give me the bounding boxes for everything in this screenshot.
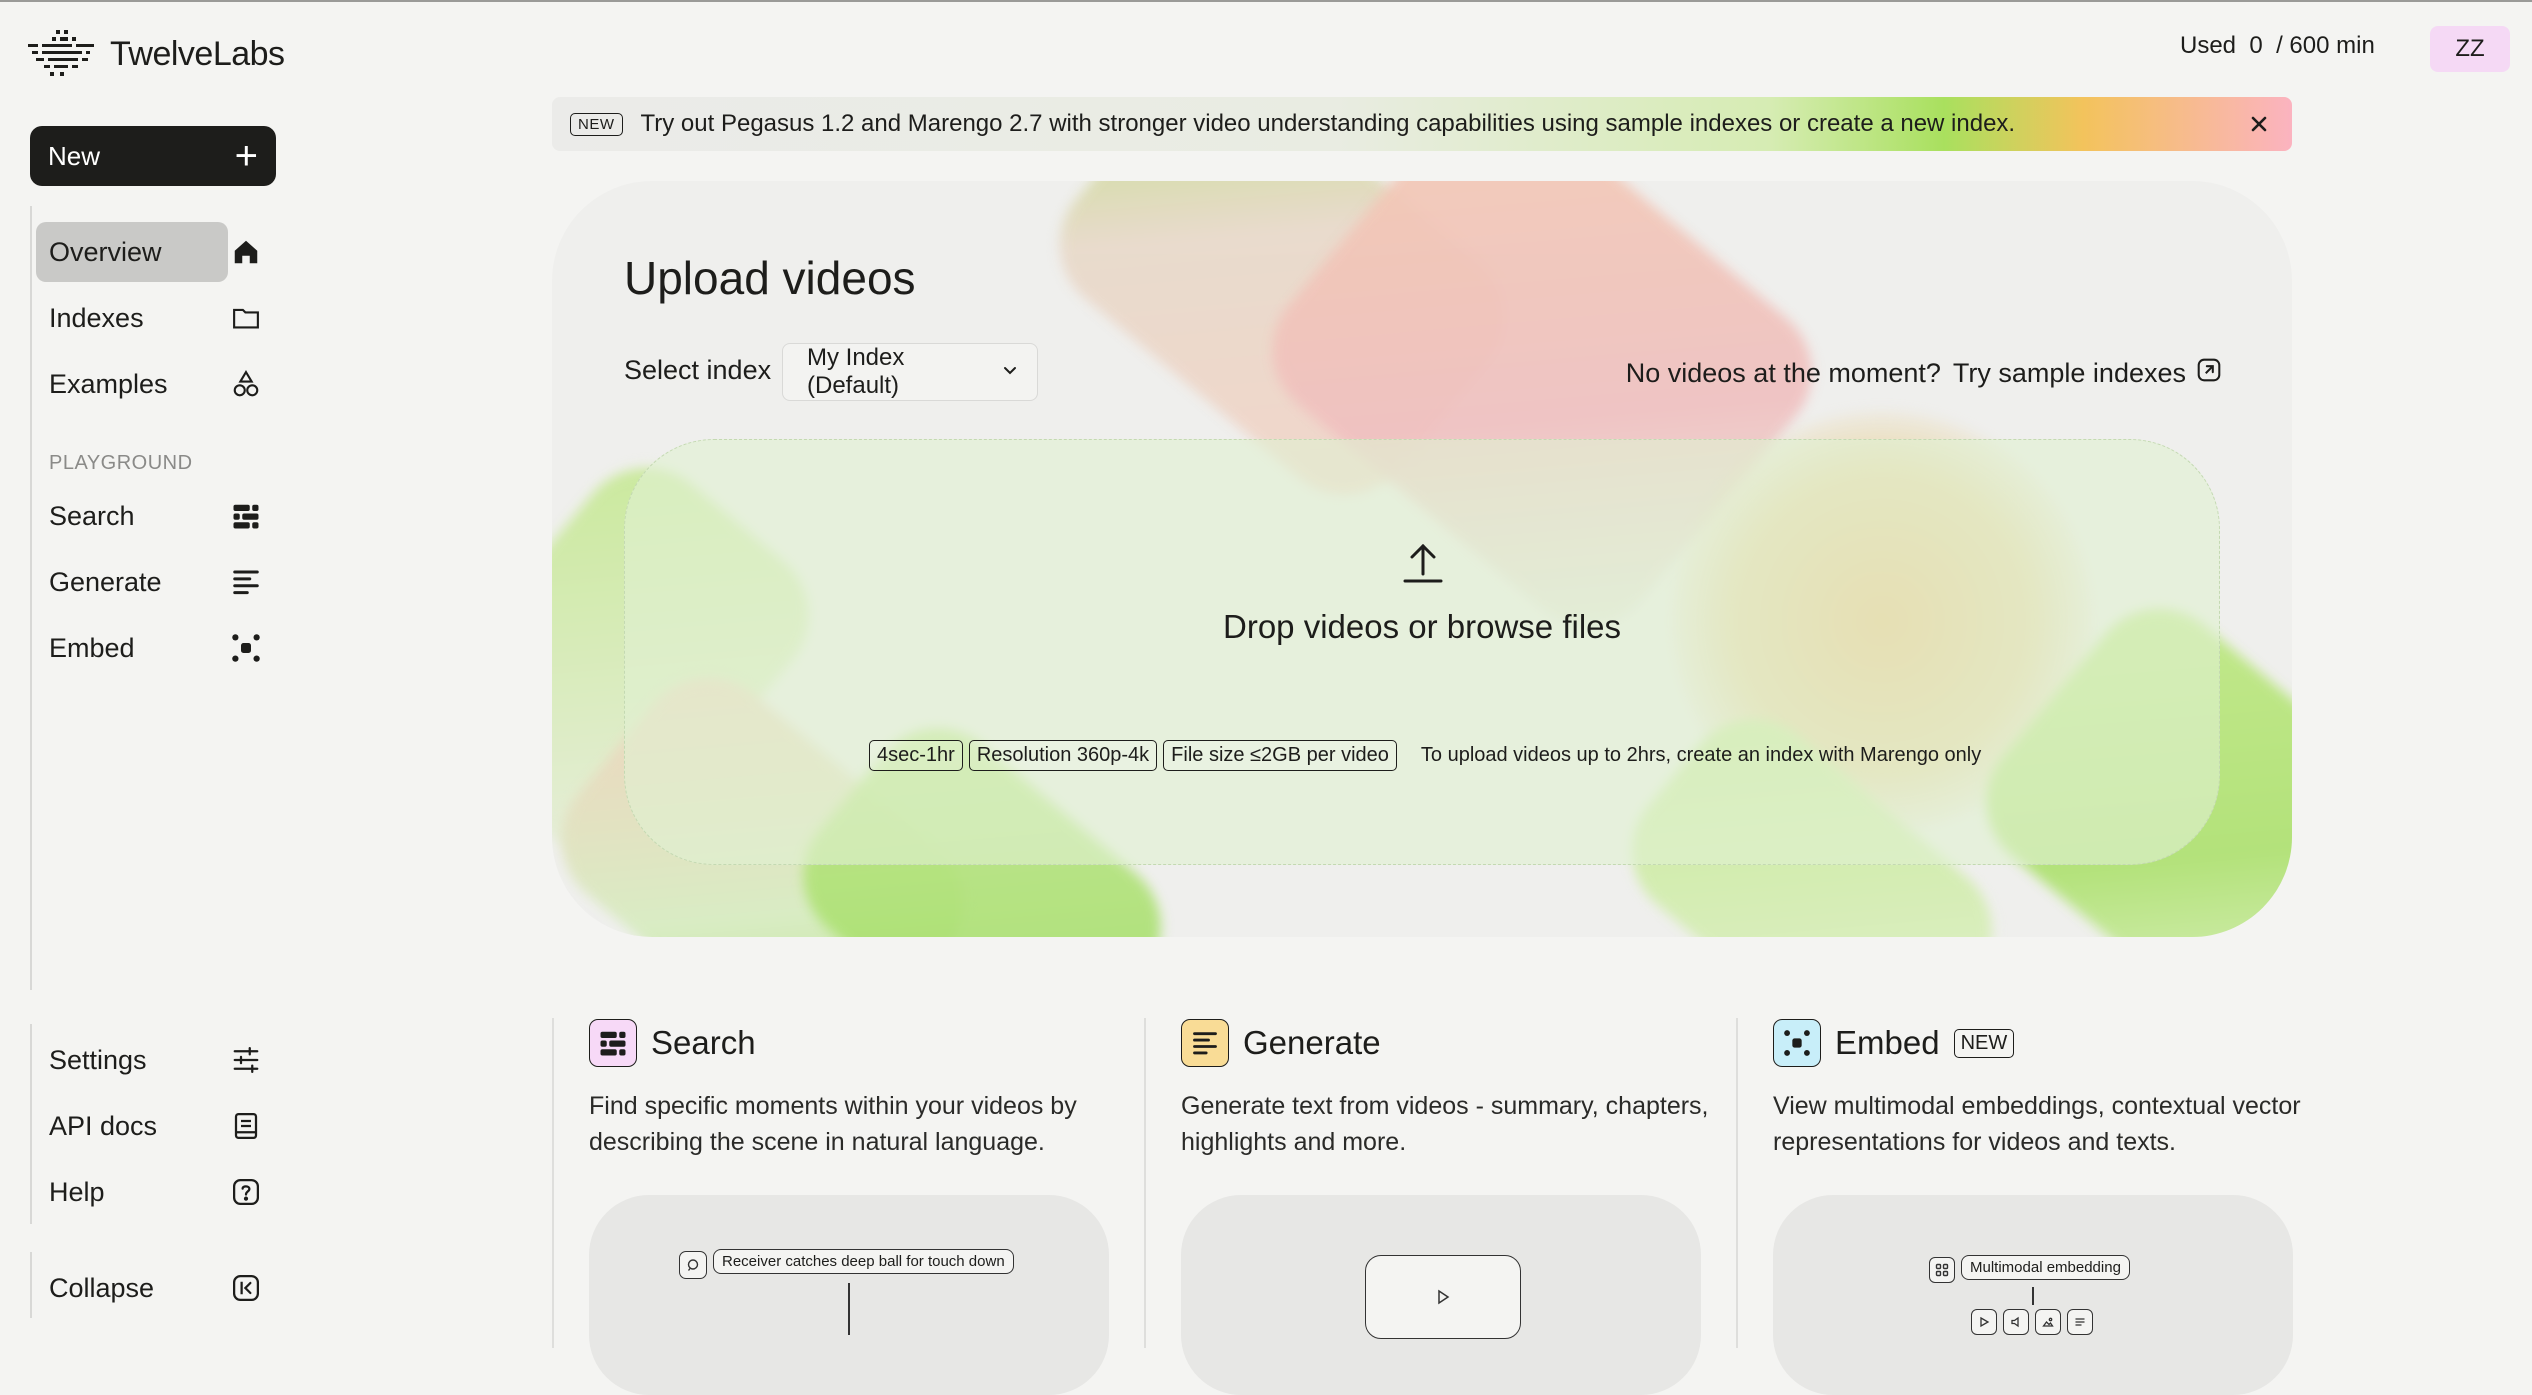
- drop-text: Drop videos or browse files: [1223, 608, 1621, 645]
- usage-used: 0: [2249, 32, 2263, 59]
- upload-requirements: 4sec-1hr Resolution 360p-4k File size ≤2…: [869, 740, 1981, 771]
- feature-title: Generate: [1243, 1024, 1381, 1061]
- avatar[interactable]: ZZ: [2430, 26, 2510, 72]
- feature-divider: [552, 1018, 554, 1348]
- sidebar-item-label: Indexes: [49, 302, 144, 333]
- playground-section-label: PLAYGROUND: [49, 452, 193, 474]
- resolution-chip: Resolution 360p-4k: [968, 740, 1158, 771]
- sidebar-item-examples[interactable]: Examples: [36, 354, 274, 414]
- grid-icon: [1929, 1257, 1955, 1283]
- sidebar-item-label: Embed: [49, 632, 135, 663]
- sidebar-item-label: Help: [49, 1176, 105, 1207]
- banner-text: Try out Pegasus 1.2 and Marengo 2.7 with…: [640, 110, 2016, 137]
- generate-preview: [1181, 1195, 1701, 1395]
- logo-text: TwelveLabs: [110, 34, 285, 73]
- upload-note: To upload videos up to 2hrs, create an i…: [1420, 744, 1982, 766]
- play-icon: [1365, 1255, 1521, 1339]
- usage-prefix: Used: [2180, 32, 2237, 59]
- folder-icon: [228, 300, 264, 336]
- generate-lines-icon: [1181, 1019, 1229, 1067]
- sidebar-item-generate[interactable]: Generate: [36, 552, 274, 612]
- select-index-label: Select index: [624, 355, 772, 385]
- sidebar-item-indexes[interactable]: Indexes: [36, 288, 274, 348]
- sidebar-rail: [30, 206, 32, 990]
- video-dropzone[interactable]: Drop videos or browse files 4sec-1hr Res…: [624, 439, 2220, 865]
- sliders-icon: [228, 1042, 264, 1078]
- sidebar-item-label: Search: [49, 500, 135, 531]
- generate-lines-icon: [228, 564, 264, 600]
- collapse-icon: [228, 1270, 264, 1306]
- image-icon: [2035, 1309, 2061, 1335]
- help-icon: [228, 1174, 264, 1210]
- duration-chip: 4sec-1hr: [869, 740, 963, 771]
- sidebar-item-label: API docs: [49, 1110, 158, 1141]
- feature-description: View multimodal embeddings, contextual v…: [1773, 1092, 2301, 1156]
- upload-arrow-icon: [1401, 540, 1445, 589]
- chat-bubble-icon: [679, 1251, 707, 1279]
- sidebar-rail-collapse: [30, 1252, 32, 1318]
- feature-title: Search: [651, 1024, 756, 1061]
- book-icon: [228, 1108, 264, 1144]
- embed-preview: Multimodal embedding: [1773, 1195, 2293, 1395]
- video-play-icon: [1971, 1309, 1997, 1335]
- external-link-icon: [2196, 357, 2222, 390]
- sidebar-item-label: Overview: [36, 222, 228, 282]
- feature-description: Find specific moments within your videos…: [589, 1092, 1077, 1156]
- upload-title: Upload videos: [624, 252, 916, 304]
- text-icon: [2067, 1309, 2093, 1335]
- file-size-chip: File size ≤2GB per video: [1163, 740, 1397, 771]
- search-blocks-icon: [228, 498, 264, 534]
- try-sample-indexes-link[interactable]: Try sample indexes: [1953, 357, 2222, 390]
- usage-indicator: Used 0 / 600 min: [2180, 32, 2375, 60]
- sidebar-item-help[interactable]: Help: [36, 1162, 274, 1222]
- sample-prompt-text: No videos at the moment?: [1625, 358, 1941, 388]
- feature-title: Embed: [1835, 1024, 1940, 1061]
- new-badge: NEW: [570, 112, 623, 136]
- sidebar-item-embed[interactable]: Embed: [36, 618, 274, 678]
- collapse-label: Collapse: [49, 1272, 155, 1303]
- sidebar-item-api-docs[interactable]: API docs: [36, 1096, 274, 1156]
- embed-nodes-icon: [1773, 1019, 1821, 1067]
- audio-icon: [2003, 1309, 2029, 1335]
- search-blocks-icon: [589, 1019, 637, 1067]
- announcement-banner: NEW Try out Pegasus 1.2 and Marengo 2.7 …: [552, 97, 2292, 151]
- new-button-label: New: [48, 140, 101, 171]
- sidebar-item-label: Settings: [49, 1044, 147, 1075]
- embed-nodes-icon: [228, 630, 264, 666]
- twelvelabs-logo-icon: [28, 30, 94, 76]
- sample-link-text: Try sample indexes: [1952, 358, 2186, 388]
- upload-card: Upload videos Select index My Index (Def…: [552, 181, 2292, 937]
- sidebar-item-settings[interactable]: Settings: [36, 1030, 274, 1090]
- feature-card-generate[interactable]: Generate Generate text from videos - sum…: [1181, 1018, 1741, 1395]
- embedding-pill: Multimodal embedding: [1961, 1255, 2130, 1280]
- sample-indexes-prompt: No videos at the moment? Try sample inde…: [1626, 357, 2222, 390]
- sidebar-item-search[interactable]: Search: [36, 486, 274, 546]
- logo[interactable]: TwelveLabs: [26, 28, 285, 80]
- search-query-pill: Receiver catches deep ball for touch dow…: [713, 1249, 1014, 1274]
- plus-icon: +: [234, 134, 258, 178]
- search-preview: Receiver catches deep ball for touch dow…: [589, 1195, 1109, 1395]
- new-button[interactable]: New +: [30, 126, 276, 186]
- shapes-icon: [228, 366, 264, 402]
- preview-connector: [2032, 1287, 2034, 1305]
- sidebar-item-label: Generate: [49, 566, 162, 597]
- feature-card-search[interactable]: Search Find specific moments within your…: [589, 1018, 1149, 1395]
- index-select-value: My Index (Default): [807, 344, 905, 399]
- feature-card-embed[interactable]: Embed NEW View multimodal embeddings, co…: [1773, 1018, 2333, 1395]
- preview-connector: [848, 1283, 850, 1335]
- usage-total: / 600 min: [2276, 32, 2375, 59]
- index-select[interactable]: My Index (Default): [782, 343, 1038, 401]
- sidebar-item-overview[interactable]: Overview: [36, 222, 274, 282]
- sidebar-item-label: Examples: [49, 368, 168, 399]
- feature-description: Generate text from videos - summary, cha…: [1181, 1092, 1709, 1156]
- close-icon[interactable]: [2244, 109, 2274, 139]
- new-badge: NEW: [1953, 1028, 2015, 1058]
- chevron-down-icon: [1001, 358, 1019, 386]
- collapse-button[interactable]: Collapse: [36, 1258, 274, 1318]
- sidebar-rail-bottom: [30, 1024, 32, 1224]
- window-top-border: [0, 0, 2532, 2]
- home-icon: [228, 234, 264, 270]
